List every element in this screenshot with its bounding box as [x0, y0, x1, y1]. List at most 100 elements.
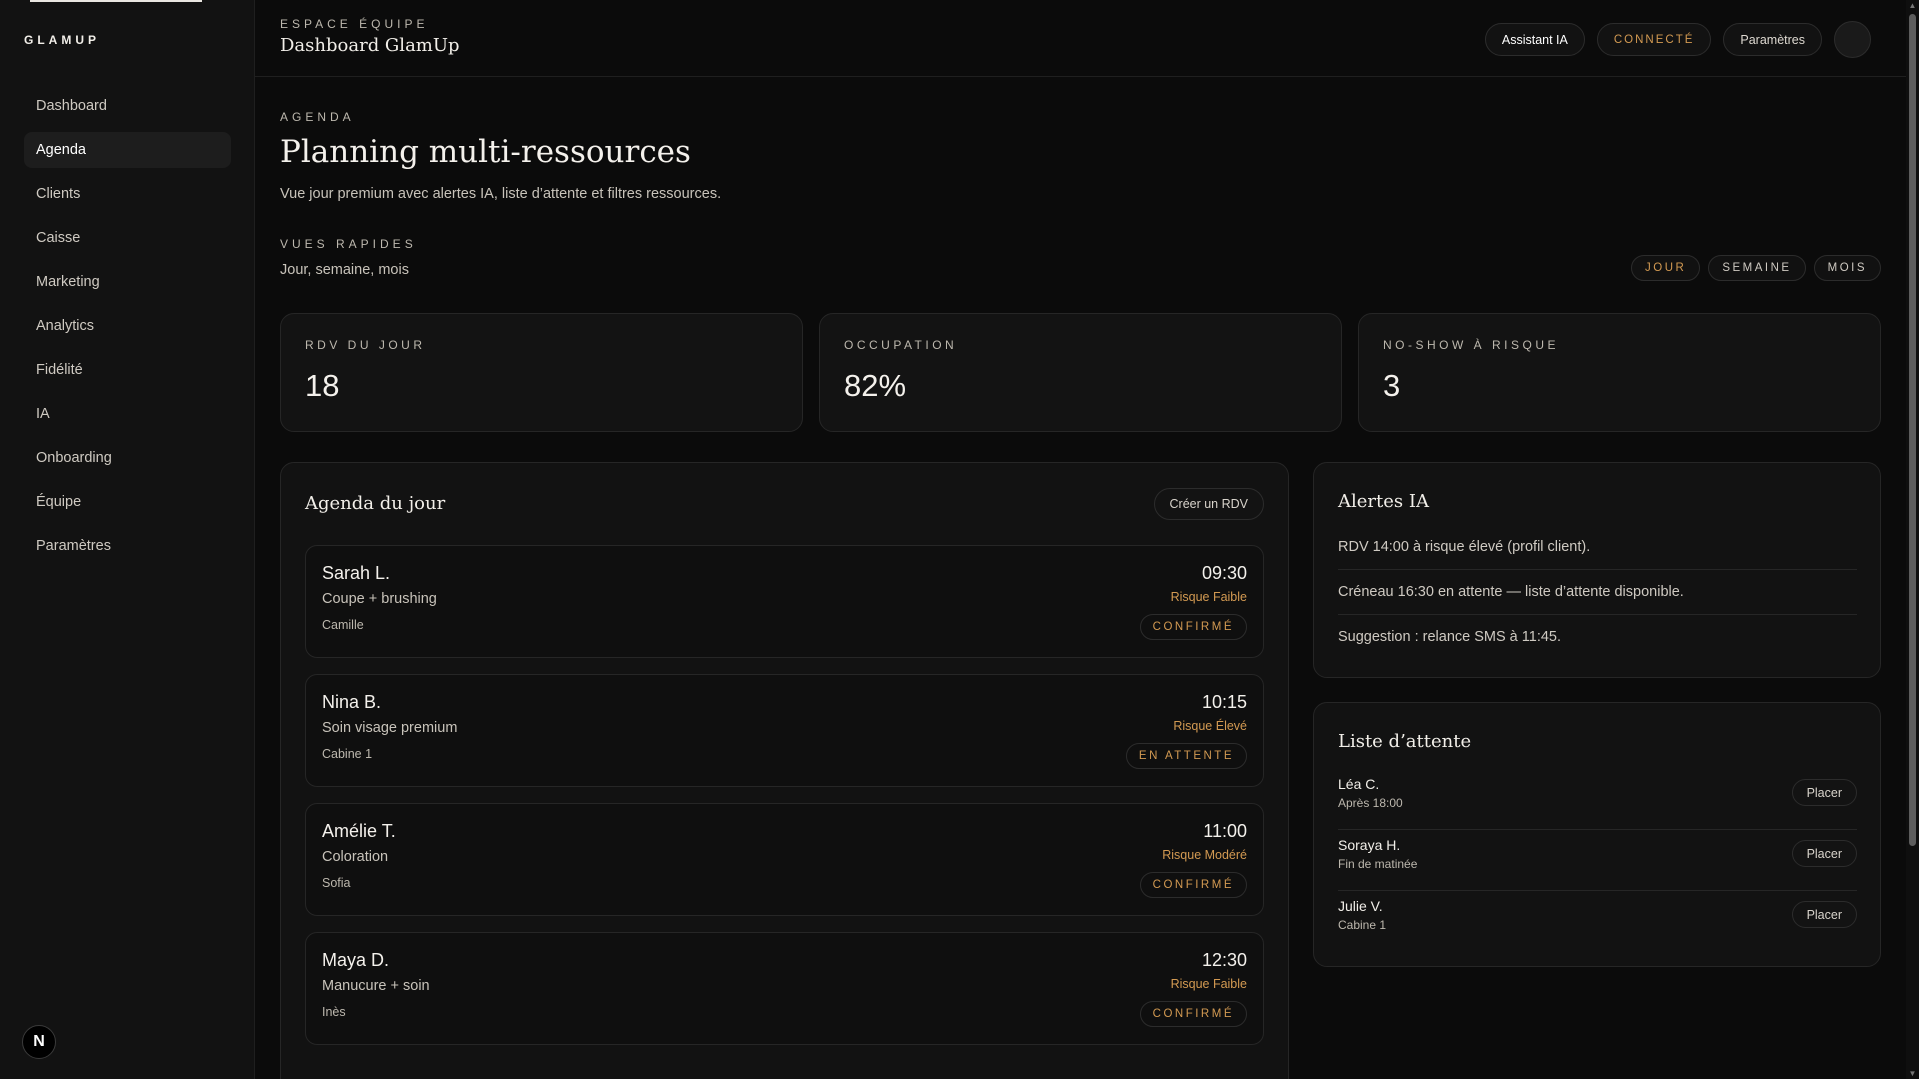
brand-logo[interactable]: GLAMUP — [24, 33, 100, 47]
service-name: Coloration — [322, 849, 389, 865]
waitlist-client-note: Fin de matinée — [1338, 857, 1418, 871]
sidebar-item-onboarding[interactable]: Onboarding — [24, 440, 231, 476]
status-badge[interactable]: CONFIRMÉ — [1139, 872, 1247, 898]
sidebar-top-line — [30, 0, 202, 2]
waitlist-client-name: Léa C. — [1338, 776, 1380, 792]
client-name: Maya D. — [322, 950, 390, 970]
alerts-title: Alertes IA — [1338, 491, 1429, 512]
stat-value: 18 — [305, 368, 340, 403]
stat-label: OCCUPATION — [844, 338, 958, 352]
sidebar-item-caisse[interactable]: Caisse — [24, 220, 231, 256]
appointment-card[interactable]: Nina B. Soin visage premium Cabine 1 10:… — [305, 674, 1264, 787]
place-button[interactable]: Placer — [1791, 901, 1857, 928]
client-name: Amélie T. — [322, 821, 396, 841]
status-badge[interactable]: EN ATTENTE — [1125, 743, 1247, 769]
place-button[interactable]: Placer — [1791, 840, 1857, 867]
appointment-card[interactable]: Sarah L. Coupe + brushing Camille 09:30 … — [305, 545, 1264, 658]
view-toggle-semaine[interactable]: SEMAINE — [1708, 255, 1806, 281]
quick-views-subtitle: Jour, semaine, mois — [280, 262, 409, 278]
resource-name: Inès — [322, 1005, 346, 1019]
scroll-up-arrow-icon[interactable]: ▲ — [1908, 1, 1917, 10]
page-subtitle: Vue jour premium avec alertes IA, liste … — [280, 186, 722, 202]
status-badge[interactable]: CONFIRMÉ — [1139, 614, 1247, 640]
sidebar-nav: Dashboard Agenda Clients Caisse Marketin… — [24, 88, 231, 572]
sidebar: GLAMUP Dashboard Agenda Clients Caisse M… — [0, 0, 255, 1079]
client-name: Sarah L. — [322, 563, 391, 583]
section-eyebrow: AGENDA — [280, 110, 355, 124]
page-scrollbar[interactable]: ▲ ▼ — [1906, 0, 1919, 1079]
waitlist-item: Julie V. Cabine 1 Placer — [1338, 891, 1857, 952]
waitlist-client-name: Julie V. — [1338, 898, 1383, 914]
waitlist: Léa C. Après 18:00 Placer Soraya H. Fin … — [1338, 769, 1857, 952]
waitlist-panel: Liste d’attente Léa C. Après 18:00 Place… — [1313, 702, 1881, 967]
risk-label: Risque Faible — [1170, 977, 1247, 991]
agenda-title: Agenda du jour — [305, 493, 446, 514]
sidebar-item-agenda[interactable]: Agenda — [24, 132, 231, 168]
appointment-list: Sarah L. Coupe + brushing Camille 09:30 … — [305, 545, 1264, 1061]
resource-name: Camille — [322, 618, 364, 632]
sidebar-item-equipe[interactable]: Équipe — [24, 484, 231, 520]
waitlist-client-note: Cabine 1 — [1338, 918, 1387, 932]
client-name: Nina B. — [322, 692, 382, 712]
view-toggle-mois[interactable]: MOIS — [1813, 255, 1881, 281]
stat-value: 82% — [844, 368, 907, 403]
top-header: ESPACE ÉQUIPE Dashboard GlamUp Assistant… — [255, 0, 1906, 77]
resource-name: Sofia — [322, 876, 351, 890]
header-actions: Assistant IA CONNECTÉ Paramètres — [1484, 21, 1871, 58]
sidebar-item-clients[interactable]: Clients — [24, 176, 231, 212]
appointment-card[interactable]: Maya D. Manucure + soin Inès 12:30 Risqu… — [305, 932, 1264, 1045]
service-name: Coupe + brushing — [322, 591, 437, 607]
header-title: Dashboard GlamUp — [280, 35, 460, 56]
alert-item: Suggestion : relance SMS à 11:45. — [1338, 629, 1562, 645]
avatar[interactable] — [1834, 21, 1871, 58]
alert-list: RDV 14:00 à risque élevé (profil client)… — [1338, 525, 1857, 660]
place-button[interactable]: Placer — [1791, 779, 1857, 806]
quick-views-eyebrow: VUES RAPIDES — [280, 237, 417, 251]
sidebar-item-parametres[interactable]: Paramètres — [24, 528, 231, 564]
service-name: Manucure + soin — [322, 978, 430, 994]
sidebar-item-fidelite[interactable]: Fidélité — [24, 352, 231, 388]
stats-row: RDV DU JOUR 18 OCCUPATION 82% NO-SHOW À … — [280, 313, 1881, 432]
stat-label: RDV DU JOUR — [305, 338, 426, 352]
appointment-time: 09:30 — [1201, 563, 1247, 583]
waitlist-item: Soraya H. Fin de matinée Placer — [1338, 830, 1857, 891]
stat-value: 3 — [1383, 368, 1401, 403]
risk-label: Risque Modéré — [1162, 848, 1247, 862]
n-logo-icon[interactable]: N — [22, 1025, 56, 1059]
view-toggle-group: JOUR SEMAINE MOIS — [1631, 255, 1881, 281]
settings-button[interactable]: Paramètres — [1723, 23, 1822, 56]
stat-card-no-show: NO-SHOW À RISQUE 3 — [1358, 313, 1881, 432]
alerts-panel: Alertes IA RDV 14:00 à risque élevé (pro… — [1313, 462, 1881, 678]
risk-label: Risque Faible — [1170, 590, 1247, 604]
sidebar-item-marketing[interactable]: Marketing — [24, 264, 231, 300]
sidebar-item-dashboard[interactable]: Dashboard — [24, 88, 231, 124]
stat-label: NO-SHOW À RISQUE — [1383, 338, 1560, 352]
header-eyebrow: ESPACE ÉQUIPE — [280, 17, 429, 31]
view-toggle-jour[interactable]: JOUR — [1631, 255, 1701, 281]
waitlist-title: Liste d’attente — [1338, 731, 1472, 752]
alert-item: Créneau 16:30 en attente — liste d’atten… — [1338, 570, 1857, 615]
stat-card-rdv: RDV DU JOUR 18 — [280, 313, 803, 432]
scroll-down-arrow-icon[interactable]: ▼ — [1908, 1069, 1917, 1078]
appointment-time: 12:30 — [1201, 950, 1247, 970]
risk-label: Risque Élevé — [1173, 719, 1247, 733]
page-title: Planning multi-ressources — [280, 134, 691, 170]
scrollbar-thumb[interactable] — [1909, 14, 1916, 846]
agenda-panel: Agenda du jour Créer un RDV Sarah L. Cou… — [280, 462, 1289, 1079]
status-badge[interactable]: CONFIRMÉ — [1139, 1001, 1247, 1027]
waitlist-client-name: Soraya H. — [1338, 837, 1401, 853]
sidebar-item-analytics[interactable]: Analytics — [24, 308, 231, 344]
waitlist-client-note: Après 18:00 — [1338, 796, 1403, 810]
resource-name: Cabine 1 — [322, 747, 373, 761]
waitlist-item: Léa C. Après 18:00 Placer — [1338, 769, 1857, 830]
assistant-ia-button[interactable]: Assistant IA — [1484, 23, 1585, 56]
appointment-time: 11:00 — [1203, 821, 1247, 841]
stat-card-occupation: OCCUPATION 82% — [819, 313, 1342, 432]
create-appointment-button[interactable]: Créer un RDV — [1153, 488, 1264, 520]
sidebar-item-ia[interactable]: IA — [24, 396, 231, 432]
service-name: Soin visage premium — [322, 720, 458, 736]
connection-status-badge: CONNECTÉ — [1596, 23, 1712, 56]
alert-item: RDV 14:00 à risque élevé (profil client)… — [1338, 525, 1857, 570]
appointment-card[interactable]: Amélie T. Coloration Sofia 11:00 Risque … — [305, 803, 1264, 916]
appointment-time: 10:15 — [1201, 692, 1247, 712]
